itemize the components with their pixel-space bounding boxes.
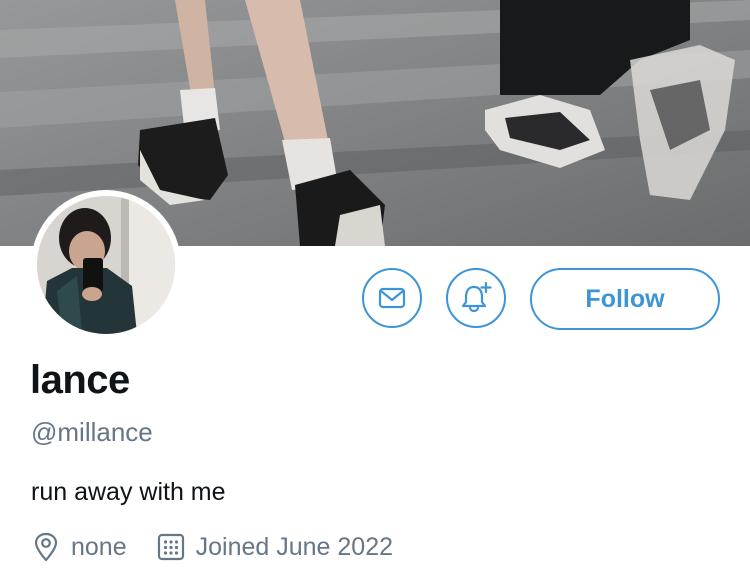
profile-page: Follow lance @millance run away with me … <box>0 0 750 581</box>
joined-date-text: Joined June 2022 <box>195 532 394 561</box>
location-pin-icon <box>31 532 61 562</box>
follow-button[interactable]: Follow <box>530 268 720 330</box>
bio-text: run away with me <box>31 478 226 506</box>
profile-avatar[interactable] <box>31 190 181 340</box>
calendar-icon <box>156 532 186 562</box>
envelope-icon <box>377 283 407 313</box>
profile-meta: none Joined June 2022 <box>31 530 393 564</box>
user-handle: @millance <box>31 417 153 447</box>
location-text: none <box>71 532 127 561</box>
location-item: none <box>31 532 127 562</box>
message-button[interactable] <box>362 268 422 328</box>
display-name: lance <box>30 358 130 402</box>
joined-item: Joined June 2022 <box>156 532 393 562</box>
bell-plus-icon <box>459 281 493 315</box>
avatar-photo <box>37 196 175 334</box>
notifications-button[interactable] <box>446 268 506 328</box>
